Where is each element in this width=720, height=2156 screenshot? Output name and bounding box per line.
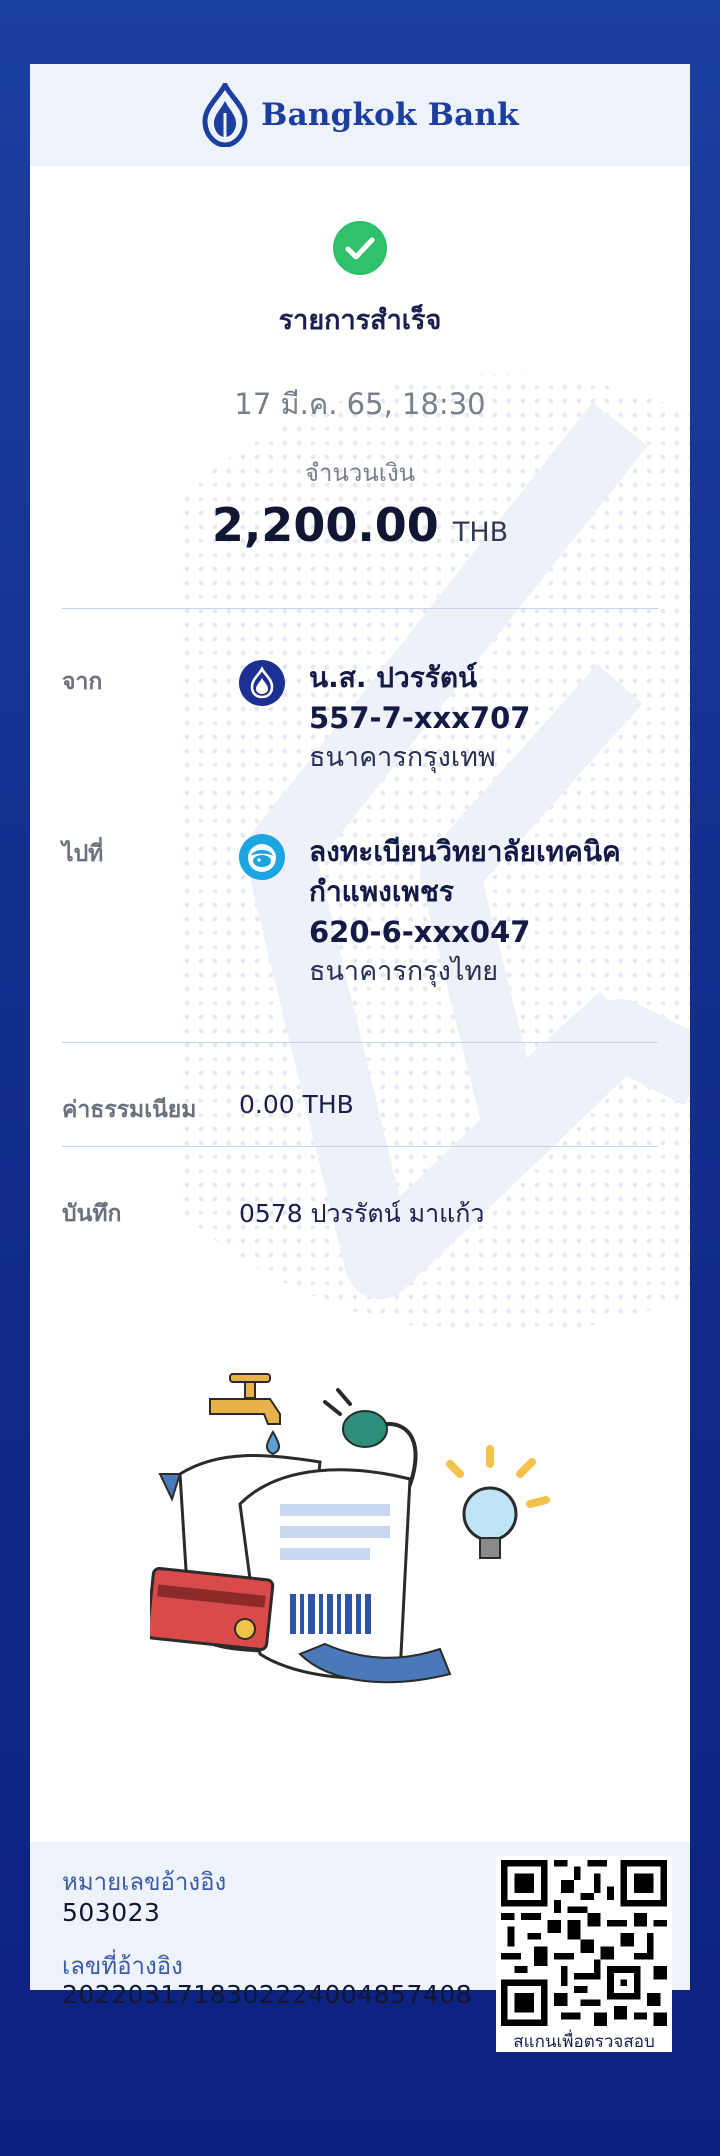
from-name: น.ส. ปวรรัตน์: [309, 661, 478, 694]
qr-panel[interactable]: สแกนเพื่อตรวจสอบ: [496, 1856, 672, 2052]
status-title: รายการสำเร็จ: [278, 305, 442, 336]
to-name-line1: ลงทะเบียนวิทยาลัยเทคนิค: [309, 835, 621, 868]
check-circle-icon: [333, 221, 387, 275]
slip-header: Bangkok Bank: [30, 64, 690, 166]
to-name-line2: กำแพงเพชร: [309, 875, 454, 908]
fee-value: 0.00 THB: [239, 1090, 354, 1119]
krungthai-bank-icon: [239, 834, 285, 880]
txn-value: 20220317183022240048574​08: [62, 1980, 473, 2009]
to-details: ลงทะเบียนวิทยาลัยเทคนิค กำแพงเพชร 620-6-…: [309, 832, 649, 992]
amount-row: 2,200.00 THB: [30, 498, 690, 552]
bangkok-bank-logo-icon: [202, 83, 248, 147]
divider: [62, 608, 658, 609]
from-bank: ธนาคารกรุงเทพ: [309, 742, 496, 773]
to-bank: ธนาคารกรุงไทย: [309, 956, 499, 987]
amount-currency: THB: [452, 517, 509, 548]
fee-label: ค่าธรรมเนียม: [62, 1097, 197, 1123]
memo-label: บันทึก: [62, 1201, 122, 1227]
divider: [62, 1042, 658, 1043]
bank-name: Bangkok Bank: [261, 97, 519, 133]
bank-brand: Bangkok Bank: [201, 83, 519, 147]
from-account: 557-7-xxx707: [309, 701, 531, 735]
to-party: ลงทะเบียนวิทยาลัยเทคนิค กำแพงเพชร 620-6-…: [239, 832, 649, 992]
memo-value: 0578 ปวรรัตน์ มาแก้ว: [239, 1199, 485, 1228]
to-account: 620-6-xxx047: [309, 915, 531, 949]
from-label: จาก: [62, 669, 103, 695]
success-section: รายการสำเร็จ 17 มี.ค. 65, 18:30 จำนวนเงิ…: [30, 220, 690, 552]
amount-label: จำนวนเงิน: [304, 459, 416, 487]
slip-card: Bangkok Bank รายการสำเร็จ 17 มี.ค. 65, 1…: [30, 64, 690, 1990]
transaction-datetime: 17 มี.ค. 65, 18:30: [234, 387, 486, 421]
to-label: ไปที่: [62, 841, 104, 867]
bill-payment-illustration: [150, 1373, 550, 1684]
divider: [62, 1146, 658, 1147]
bangkok-bank-icon: [239, 660, 285, 706]
amount-value: 2,200.00: [211, 498, 439, 552]
from-details: น.ส. ปวรรัตน์ 557-7-xxx707 ธนาคารกรุงเทพ: [309, 658, 649, 778]
qr-code-icon[interactable]: [501, 1860, 667, 2026]
from-party: น.ส. ปวรรัตน์ 557-7-xxx707 ธนาคารกรุงเทพ: [239, 658, 649, 778]
qr-caption: สแกนเพื่อตรวจสอบ: [513, 2032, 655, 2052]
